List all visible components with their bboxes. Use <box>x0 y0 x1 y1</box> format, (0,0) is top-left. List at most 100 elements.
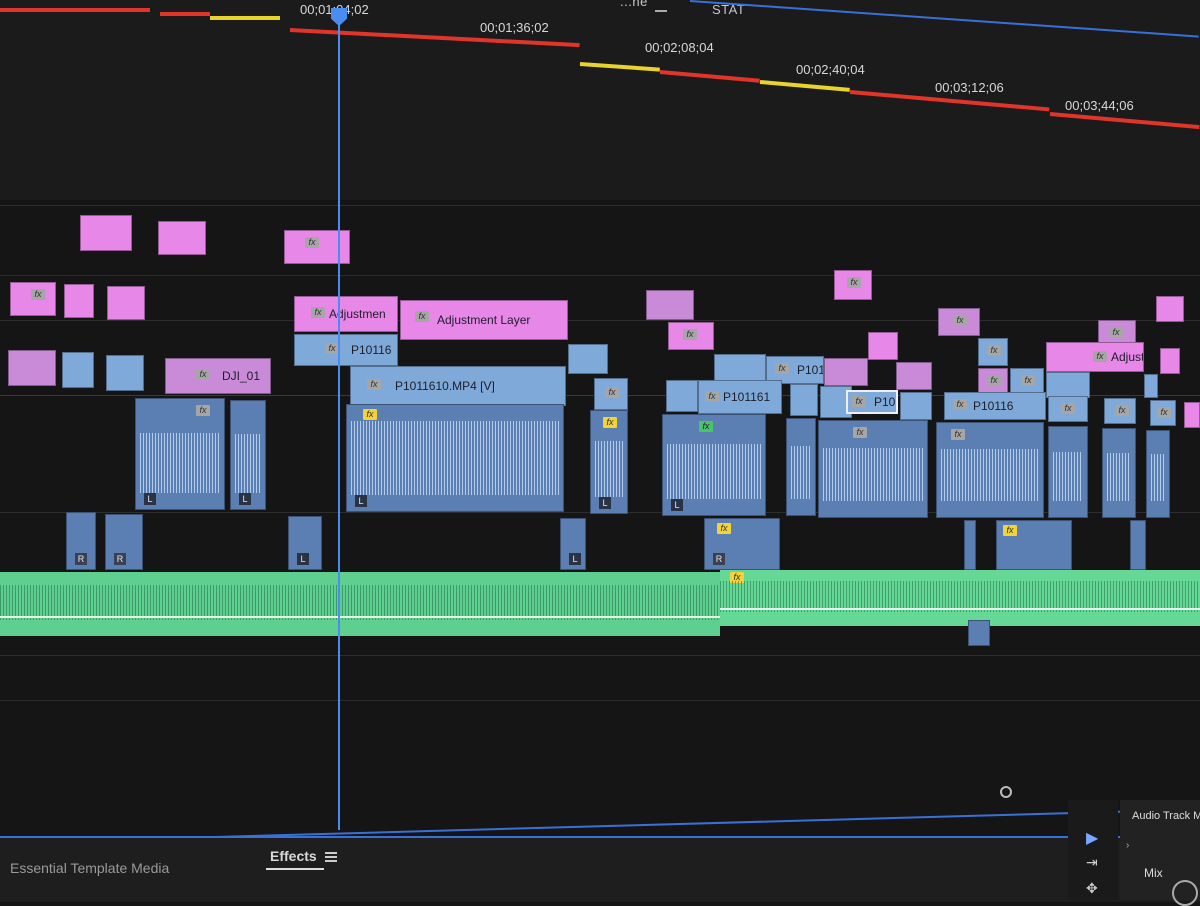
adjustment-layer-clip[interactable]: fx Adjustm <box>1046 342 1144 372</box>
adjustment-clip[interactable] <box>646 290 694 320</box>
video-clip[interactable] <box>8 350 56 386</box>
fx-badge: fx <box>325 343 339 354</box>
video-clip[interactable]: fx <box>594 378 628 410</box>
zoom-scroll-handle[interactable] <box>1000 786 1012 798</box>
video-clip[interactable] <box>62 352 94 388</box>
audio-clip[interactable]: fx <box>818 420 928 518</box>
audio-clip[interactable]: L <box>230 400 266 510</box>
audio-clip[interactable]: fx <box>936 422 1044 518</box>
video-clip[interactable] <box>900 392 932 420</box>
fx-badge: fx <box>415 311 429 322</box>
video-clip[interactable] <box>790 384 818 416</box>
audio-clip[interactable]: L <box>288 516 322 570</box>
volume-rubber-band[interactable] <box>720 608 1200 610</box>
mixer-title[interactable]: Audio Track Mixer <box>1132 810 1200 822</box>
ripple-edit-tool-icon[interactable]: ✥ <box>1086 880 1098 897</box>
ruler-tick-label: 00;02;40;04 <box>796 62 865 77</box>
adjustment-layer-clip[interactable]: fx Adjustment Layer <box>400 300 568 340</box>
audio-clip[interactable]: R <box>105 514 143 570</box>
audio-clip[interactable]: fx L <box>590 410 628 514</box>
adjustment-clip[interactable] <box>64 284 94 318</box>
mixer-mode-label[interactable]: Mix <box>1144 866 1163 880</box>
fx-badge: fx <box>1021 375 1035 386</box>
audio-clip[interactable]: fx L <box>662 414 766 516</box>
effects-menu-icon[interactable] <box>325 852 337 862</box>
adjustment-clip[interactable] <box>1156 296 1184 322</box>
adjustment-clip[interactable] <box>107 286 145 320</box>
video-clip[interactable] <box>106 355 144 391</box>
adjustment-clip[interactable] <box>158 221 206 255</box>
tab-essential-template-media[interactable]: Essential Template Media <box>10 860 220 876</box>
video-clip[interactable] <box>568 344 608 374</box>
music-track-clip[interactable] <box>0 572 720 636</box>
audio-clip[interactable] <box>1130 520 1146 570</box>
tab-effects[interactable]: Effects <box>270 848 317 864</box>
audio-clip[interactable]: R <box>66 512 96 570</box>
main-video-clip[interactable]: fx P1011610.MP4 [V] <box>350 366 566 406</box>
selection-tool-icon[interactable]: ▶ <box>1086 828 1098 848</box>
chevron-right-icon[interactable]: › <box>1126 840 1129 851</box>
channel-tag: L <box>355 495 367 507</box>
video-clip[interactable] <box>666 380 698 412</box>
video-clip[interactable]: fx <box>1048 396 1088 422</box>
fx-badge: fx <box>1115 405 1129 416</box>
audio-clip[interactable] <box>786 418 816 516</box>
adjustment-clip[interactable] <box>868 332 898 360</box>
selected-video-clip[interactable]: fx P101 <box>846 390 898 414</box>
adjustment-clip[interactable] <box>824 358 868 386</box>
video-clip[interactable]: fx <box>1104 398 1136 424</box>
audio-clip[interactable] <box>964 520 976 570</box>
video-clip[interactable]: fx <box>1010 368 1044 394</box>
audio-waveform <box>1151 453 1165 501</box>
audio-clip[interactable] <box>1102 428 1136 518</box>
clip-label: P1011610.MP4 [V] <box>395 379 495 393</box>
video-clip[interactable]: fx <box>978 338 1008 366</box>
video-clip[interactable] <box>1144 374 1158 398</box>
video-clip[interactable] <box>1046 372 1090 398</box>
video-clip[interactable]: fx <box>1150 400 1176 426</box>
adjustment-clip[interactable] <box>1160 348 1180 374</box>
video-clip[interactable]: fx P10116 <box>294 334 398 366</box>
adjustment-clip[interactable] <box>896 362 932 390</box>
adjustment-clip[interactable]: fx <box>668 322 714 350</box>
track-select-tool-icon[interactable]: ⇥ <box>1086 854 1098 871</box>
dji-clip[interactable]: fx DJI_01 <box>165 358 271 394</box>
fx-badge: fx <box>603 417 617 428</box>
playhead-line[interactable] <box>338 8 340 830</box>
adjustment-clip[interactable]: fx <box>284 230 350 264</box>
timeline-ruler[interactable] <box>0 0 1200 200</box>
fx-badge: fx <box>953 399 967 410</box>
adjustment-clip[interactable] <box>80 215 132 251</box>
track-divider <box>0 700 1200 701</box>
audio-clip[interactable]: fx <box>996 520 1072 570</box>
audio-clip[interactable] <box>968 620 990 646</box>
adjustment-clip[interactable]: fx <box>938 308 980 336</box>
ruler-tick-label: 00;03;12;06 <box>935 80 1004 95</box>
audio-clip[interactable]: fx R <box>704 518 780 570</box>
adjustment-clip[interactable]: fx <box>834 270 872 300</box>
adjustment-clip[interactable]: fx <box>10 282 56 316</box>
audio-waveform <box>667 444 761 499</box>
panel-menu-icon[interactable] <box>655 0 667 12</box>
volume-rubber-band[interactable] <box>0 616 720 618</box>
track-divider <box>0 655 1200 656</box>
render-bar-red <box>0 8 150 12</box>
audio-clip[interactable]: L <box>560 518 586 570</box>
audio-clip[interactable]: fx L <box>346 404 564 512</box>
music-track-clip[interactable]: fx <box>720 570 1200 626</box>
audio-clip[interactable]: fx L <box>135 398 225 510</box>
fx-badge: fx <box>1109 327 1123 338</box>
panel-tab-partial[interactable]: ...ne <box>620 0 648 9</box>
adjustment-clip[interactable] <box>1184 402 1200 428</box>
audio-waveform <box>351 420 559 495</box>
adjustment-clip[interactable]: fx <box>978 368 1008 394</box>
fx-badge: fx <box>852 396 866 407</box>
channel-tag: L <box>239 493 251 505</box>
adjustment-layer-clip[interactable]: fx Adjustmen <box>294 296 398 332</box>
audio-clip[interactable] <box>1048 426 1088 518</box>
video-clip[interactable]: fx P101161 <box>698 380 782 414</box>
audio-clip[interactable] <box>1146 430 1170 518</box>
channel-tag: R <box>713 553 725 565</box>
pan-knob[interactable] <box>1172 880 1198 906</box>
video-clip[interactable]: fx P10116 <box>944 392 1046 420</box>
